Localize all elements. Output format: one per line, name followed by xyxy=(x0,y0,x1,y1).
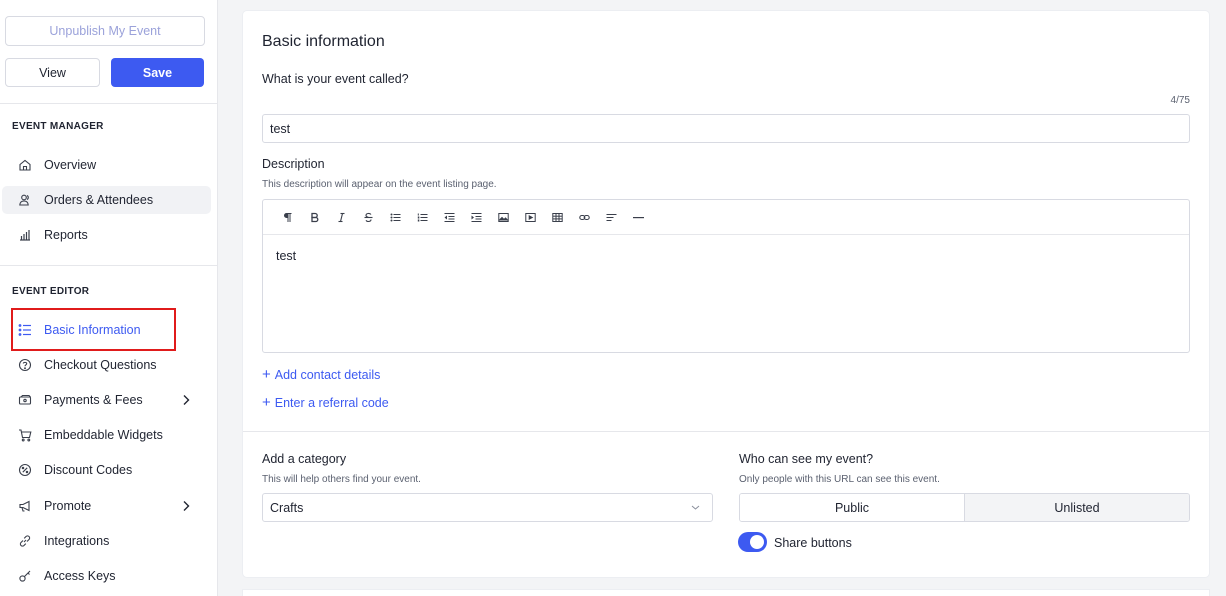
description-label: Description xyxy=(262,157,325,171)
discount-icon xyxy=(18,463,32,477)
payment-card-icon xyxy=(18,393,32,407)
image-icon[interactable] xyxy=(490,207,517,227)
key-icon xyxy=(18,569,32,583)
basic-information-card: Basic information What is your event cal… xyxy=(243,11,1209,577)
sidebar-item-label: Integrations xyxy=(44,534,110,548)
selection-highlight xyxy=(11,308,176,351)
sidebar-item-label: Reports xyxy=(44,228,88,242)
sidebar-divider xyxy=(0,265,217,266)
sidebar-item-payments-fees[interactable]: Payments & Fees xyxy=(2,386,211,414)
category-help: This will help others find your event. xyxy=(262,474,421,485)
cart-icon xyxy=(18,428,32,442)
event-editor-heading: EVENT EDITOR xyxy=(12,286,90,297)
visibility-toggle-group: Public Unlisted xyxy=(739,493,1190,522)
event-manager-heading: EVENT MANAGER xyxy=(12,121,104,132)
video-icon[interactable] xyxy=(517,207,544,227)
chevron-right-icon xyxy=(183,395,190,405)
chevron-right-icon xyxy=(183,501,190,511)
enter-referral-code-link[interactable]: + Enter a referral code xyxy=(262,395,389,410)
italic-icon[interactable] xyxy=(328,207,355,227)
sidebar-item-orders-attendees[interactable]: Orders & Attendees xyxy=(2,186,211,214)
character-counter: 4/75 xyxy=(1170,95,1190,106)
sidebar-item-reports[interactable]: Reports xyxy=(2,221,211,249)
sidebar-item-promote[interactable]: Promote xyxy=(2,492,211,520)
description-editor: test xyxy=(262,199,1190,353)
toggle-knob xyxy=(750,535,764,549)
plus-icon: + xyxy=(262,394,271,411)
next-card-edge xyxy=(243,590,1209,596)
save-button[interactable]: Save xyxy=(111,58,204,87)
sidebar-item-discount-codes[interactable]: Discount Codes xyxy=(2,456,211,484)
question-circle-icon xyxy=(18,358,32,372)
add-contact-details-link[interactable]: + Add contact details xyxy=(262,367,380,382)
category-label: Add a category xyxy=(262,452,347,466)
sidebar-divider xyxy=(0,103,217,104)
link-icon xyxy=(18,534,32,548)
sidebar-item-integrations[interactable]: Integrations xyxy=(2,527,211,555)
add-contact-details-label: Add contact details xyxy=(274,367,381,382)
sidebar-item-overview[interactable]: Overview xyxy=(2,151,211,179)
sidebar: Unpublish My Event View Save EVENT MANAG… xyxy=(0,0,218,596)
sidebar-item-label: Promote xyxy=(44,499,92,513)
event-name-label: What is your event called? xyxy=(262,72,409,86)
attendees-icon xyxy=(18,193,32,207)
bar-chart-icon xyxy=(18,228,32,242)
sidebar-item-access-keys[interactable]: Access Keys xyxy=(2,562,211,590)
visibility-label: Who can see my event? xyxy=(739,452,874,466)
visibility-help: Only people with this URL can see this e… xyxy=(739,474,940,485)
home-icon xyxy=(18,158,32,172)
category-value: Crafts xyxy=(270,500,304,515)
description-help: This description will appear on the even… xyxy=(262,179,497,190)
sidebar-item-checkout-questions[interactable]: Checkout Questions xyxy=(2,351,211,379)
event-name-input[interactable]: test xyxy=(262,114,1190,143)
outdent-icon[interactable] xyxy=(436,207,463,227)
indent-icon[interactable] xyxy=(463,207,490,227)
visibility-option-unlisted[interactable]: Unlisted xyxy=(964,494,1189,521)
sidebar-item-label: Overview xyxy=(44,158,97,172)
sidebar-item-embeddable-widgets[interactable]: Embeddable Widgets xyxy=(2,421,211,449)
ordered-list-icon[interactable] xyxy=(409,207,436,227)
sidebar-item-label: Checkout Questions xyxy=(44,358,157,372)
enter-referral-code-label: Enter a referral code xyxy=(274,395,389,410)
table-icon[interactable] xyxy=(544,207,571,227)
horizontal-rule-icon[interactable] xyxy=(625,207,652,227)
sidebar-item-label: Discount Codes xyxy=(44,463,133,477)
section-divider xyxy=(243,431,1209,432)
paragraph-icon[interactable] xyxy=(274,207,301,227)
sidebar-item-label: Embeddable Widgets xyxy=(44,428,163,442)
strikethrough-icon[interactable] xyxy=(355,207,382,227)
bold-icon[interactable] xyxy=(301,207,328,227)
description-text-area[interactable]: test xyxy=(263,235,1189,277)
view-button[interactable]: View xyxy=(5,58,100,87)
chevron-down-icon xyxy=(691,505,700,510)
megaphone-icon xyxy=(18,499,32,513)
sidebar-item-label: Payments & Fees xyxy=(44,393,143,407)
sidebar-item-label: Orders & Attendees xyxy=(44,193,154,207)
category-select[interactable]: Crafts xyxy=(262,493,713,522)
align-left-icon[interactable] xyxy=(598,207,625,227)
share-buttons-label: Share buttons xyxy=(774,536,852,550)
share-buttons-toggle[interactable] xyxy=(738,532,767,552)
page-title: Basic information xyxy=(262,33,385,50)
sidebar-item-label: Access Keys xyxy=(44,569,116,583)
unpublish-button[interactable]: Unpublish My Event xyxy=(5,16,205,46)
plus-icon: + xyxy=(262,366,271,383)
visibility-option-public[interactable]: Public xyxy=(740,494,964,521)
link-icon[interactable] xyxy=(571,207,598,227)
bullet-list-icon[interactable] xyxy=(382,207,409,227)
editor-toolbar xyxy=(263,200,1189,235)
